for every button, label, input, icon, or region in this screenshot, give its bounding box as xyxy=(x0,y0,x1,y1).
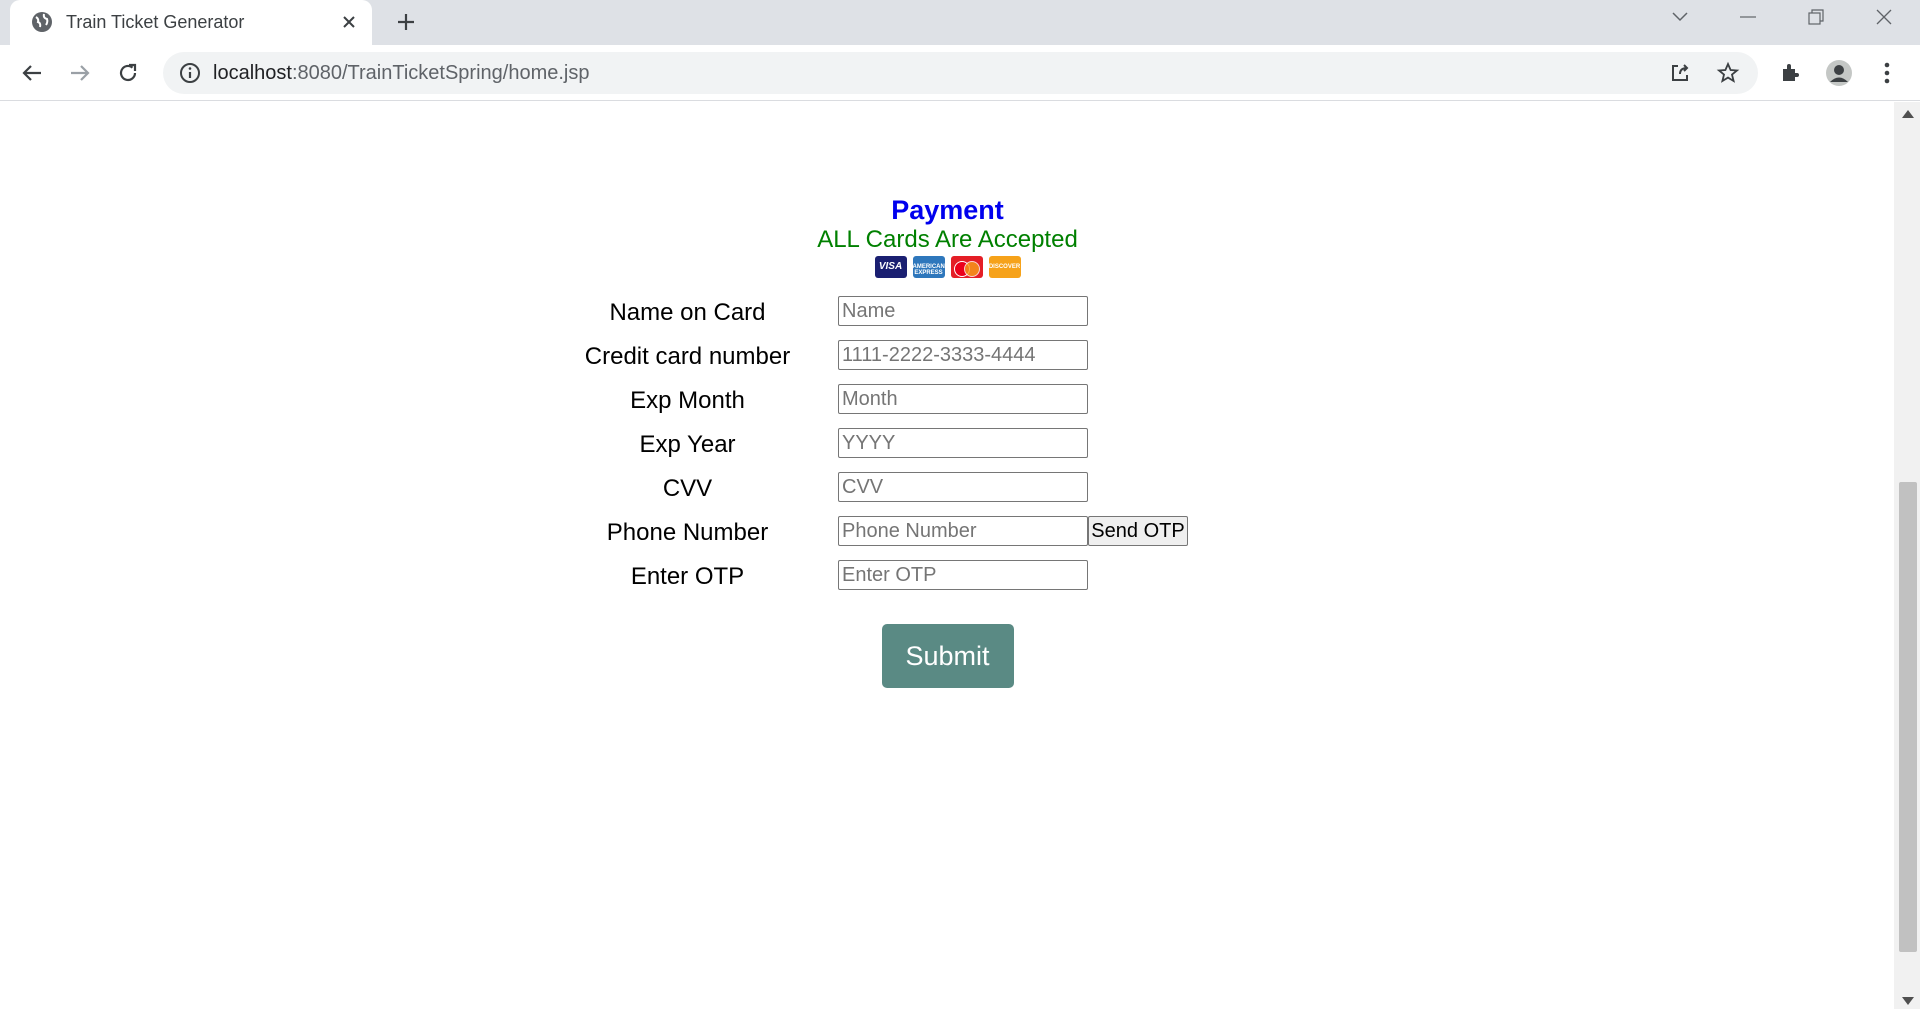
close-window-icon[interactable] xyxy=(1856,0,1912,34)
amex-icon: AMERICAN EXPRESS xyxy=(912,256,945,278)
tab-search-icon[interactable] xyxy=(1652,0,1708,34)
new-tab-icon[interactable] xyxy=(390,6,422,38)
minimize-icon[interactable] xyxy=(1720,0,1776,34)
info-icon[interactable] xyxy=(179,62,201,84)
otp-label: Enter OTP xyxy=(630,563,745,590)
visa-logo-text: VISA xyxy=(878,261,903,272)
close-tab-icon[interactable] xyxy=(336,9,362,35)
cvv-input[interactable] xyxy=(838,472,1088,502)
address-bar[interactable]: localhost:8080/TrainTicketSpring/home.js… xyxy=(163,52,1758,94)
extensions-icon[interactable] xyxy=(1777,59,1805,87)
field-row-otp: Enter OTP xyxy=(540,554,1355,598)
send-otp-button[interactable]: Send OTP xyxy=(1088,516,1188,546)
reload-icon[interactable] xyxy=(109,54,147,92)
amex-logo-text: AMERICAN EXPRESS xyxy=(912,264,945,276)
exp-year-input[interactable] xyxy=(838,428,1088,458)
scroll-up-icon[interactable] xyxy=(1902,110,1914,118)
discover-icon: DISCOVER xyxy=(988,256,1021,278)
form-fields: Name on Card Credit card number Exp Mont… xyxy=(540,290,1355,598)
name-label: Name on Card xyxy=(609,299,766,326)
field-row-exp-year: Exp Year xyxy=(540,422,1355,466)
card-number-input[interactable] xyxy=(838,340,1088,370)
exp-month-label: Exp Month xyxy=(630,387,745,414)
browser-toolbar: localhost:8080/TrainTicketSpring/home.js… xyxy=(0,45,1920,101)
phone-input[interactable] xyxy=(838,516,1088,546)
globe-icon xyxy=(32,12,52,32)
exp-year-label: Exp Year xyxy=(639,431,736,458)
discover-logo-text: DISCOVER xyxy=(988,264,1021,270)
forward-icon[interactable] xyxy=(61,54,99,92)
cvv-label: CVV xyxy=(662,475,713,502)
mastercard-icon xyxy=(950,256,983,278)
card-number-label: Credit card number xyxy=(584,343,791,370)
mastercard-circle-right xyxy=(963,261,980,277)
tab-title: Train Ticket Generator xyxy=(66,12,245,32)
visa-icon: VISA xyxy=(874,256,907,278)
page-title: Payment xyxy=(891,195,1004,225)
menu-kebab-icon[interactable] xyxy=(1873,59,1901,87)
scroll-down-icon[interactable] xyxy=(1902,997,1914,1005)
tab-strip: Train Ticket Generator xyxy=(0,0,1920,45)
exp-month-input[interactable] xyxy=(838,384,1088,414)
share-icon[interactable] xyxy=(1668,61,1692,85)
phone-label: Phone Number xyxy=(606,519,769,546)
cards-accepted-text: ALL Cards Are Accepted xyxy=(817,226,1078,253)
field-row-cvv: CVV xyxy=(540,466,1355,510)
url-host: localhost xyxy=(213,62,292,84)
page-scrollbar[interactable] xyxy=(1894,102,1920,1009)
url-path: :8080/TrainTicketSpring/home.jsp xyxy=(291,62,590,84)
field-row-name: Name on Card xyxy=(540,290,1355,334)
profile-avatar-icon[interactable] xyxy=(1825,59,1853,87)
otp-input[interactable] xyxy=(838,560,1088,590)
restore-icon[interactable] xyxy=(1788,0,1844,34)
payment-form: Payment ALL Cards Are Accepted VISA AMERI… xyxy=(540,194,1355,688)
page-viewport: Payment ALL Cards Are Accepted VISA AMERI… xyxy=(0,102,1920,1009)
bookmark-star-icon[interactable] xyxy=(1716,61,1740,85)
browser-tab[interactable]: Train Ticket Generator xyxy=(10,0,372,45)
name-input[interactable] xyxy=(838,296,1088,326)
field-row-exp-month: Exp Month xyxy=(540,378,1355,422)
scroll-thumb[interactable] xyxy=(1899,482,1917,952)
field-row-phone: Phone Number Send OTP xyxy=(540,510,1355,554)
field-row-card-number: Credit card number xyxy=(540,334,1355,378)
back-icon[interactable] xyxy=(13,54,51,92)
url-text[interactable]: localhost:8080/TrainTicketSpring/home.js… xyxy=(213,62,590,84)
submit-button[interactable]: Submit xyxy=(881,624,1014,688)
card-icons: VISA AMERICAN EXPRESS DISCOVER xyxy=(540,256,1355,282)
